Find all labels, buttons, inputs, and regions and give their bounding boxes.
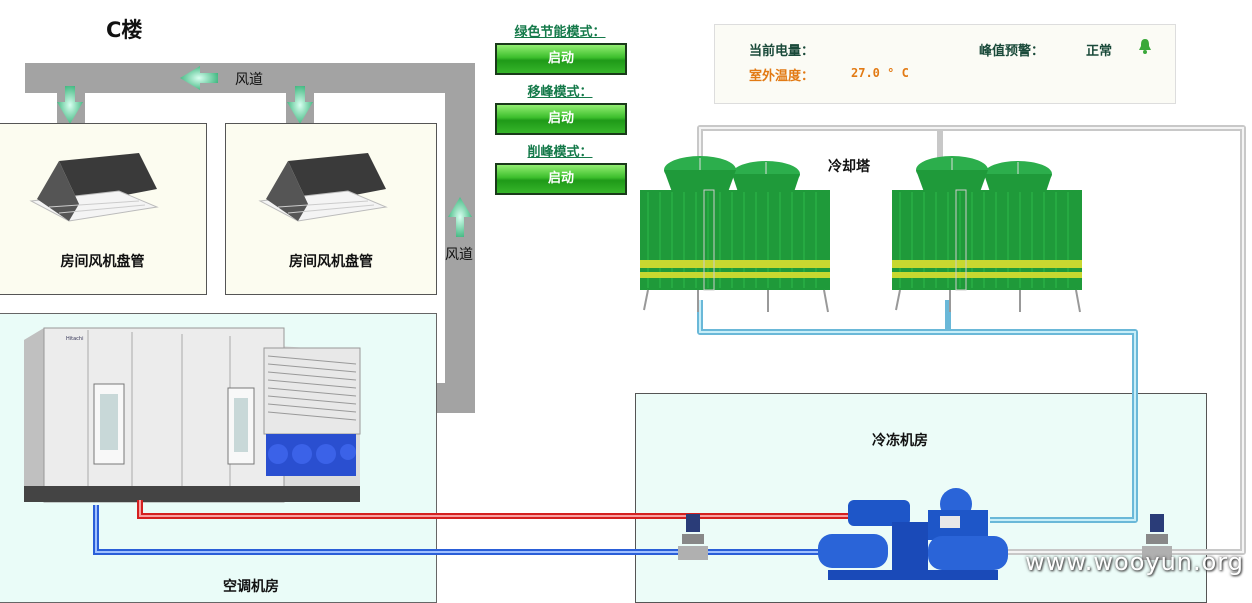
cooling-tower-label: 冷却塔 bbox=[828, 159, 870, 175]
cooling-tower-icon bbox=[640, 156, 830, 313]
valve-icon[interactable] bbox=[676, 512, 708, 562]
watermark: www.wooyun.org bbox=[1025, 548, 1244, 576]
chiller-unit-icon bbox=[818, 488, 1008, 580]
cooling-tower-icon bbox=[892, 156, 1082, 313]
